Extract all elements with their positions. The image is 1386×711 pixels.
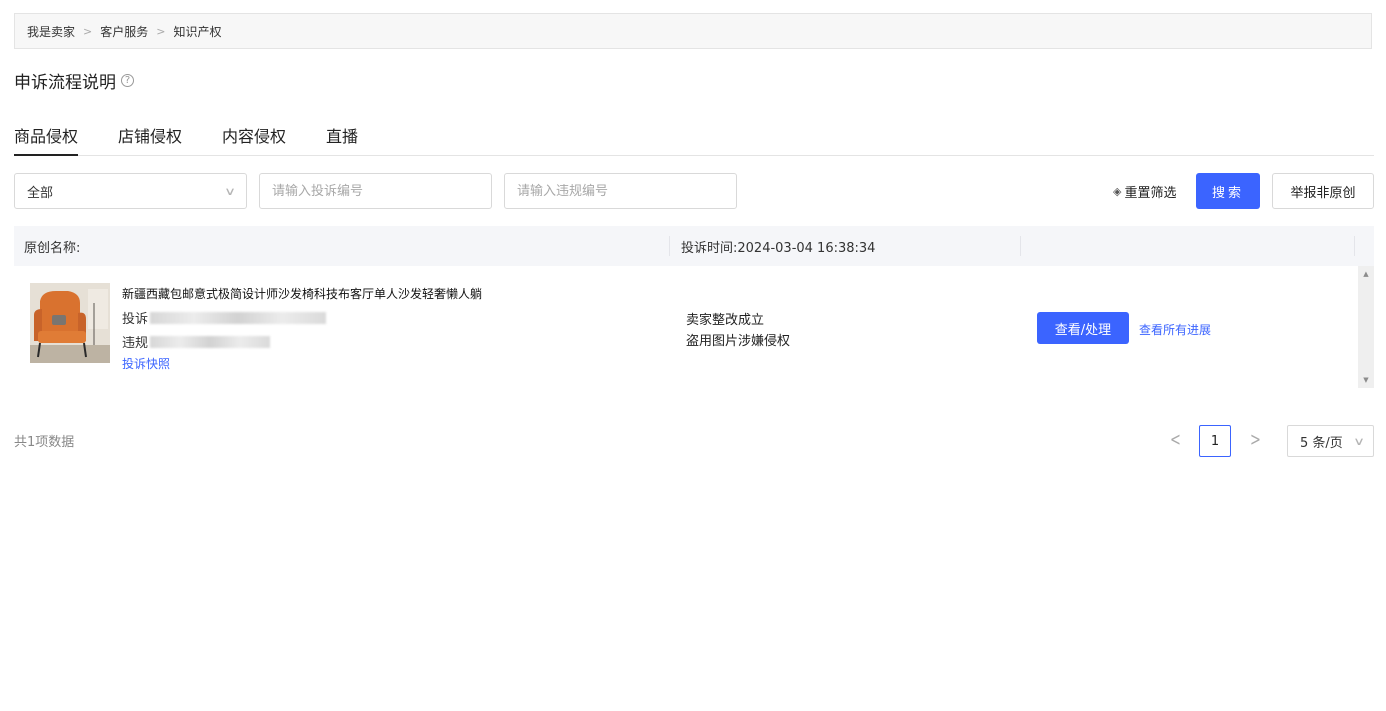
reset-filters-label: 重置筛选 [1124, 185, 1177, 201]
scroll-up-arrow-icon[interactable]: ▲ [1358, 270, 1374, 278]
complaint-number-input[interactable] [259, 173, 492, 209]
filter-bar: 全部 ∨ ◈ 重置筛选 搜索 举报非原创 [14, 173, 1374, 209]
breadcrumb: 我是卖家 > 客户服务 > 知识产权 [14, 13, 1372, 49]
status-select[interactable]: 全部 ∨ [14, 173, 247, 209]
product-thumbnail[interactable] [30, 283, 110, 363]
complaint-snapshot-link[interactable]: 投诉快照 [122, 355, 170, 372]
report-non-original-button[interactable]: 举报非原创 [1272, 173, 1374, 209]
tab-bar: 商品侵权 店铺侵权 内容侵权 直播 [14, 110, 1374, 156]
violation-number-input[interactable] [504, 173, 737, 209]
column-divider [1020, 236, 1021, 256]
previous-page-icon[interactable]: < [1170, 430, 1181, 451]
breadcrumb-separator: > [83, 24, 93, 38]
tab-content-infringement[interactable]: 内容侵权 [222, 110, 286, 156]
chevron-down-icon: ∨ [223, 184, 237, 198]
question-circle-icon[interactable]: ? [121, 74, 134, 87]
table-scrollbar[interactable]: ▲ ▼ [1358, 266, 1374, 388]
status-text: 卖家整改成立 [686, 313, 765, 328]
complaint-number-line: 投诉 [122, 308, 327, 327]
page-number-current[interactable]: 1 [1199, 425, 1231, 457]
scroll-down-arrow-icon[interactable]: ▼ [1358, 376, 1374, 384]
breadcrumb-item-seller[interactable]: 我是卖家 [27, 23, 75, 40]
tab-store-infringement[interactable]: 店铺侵权 [118, 110, 182, 156]
next-page-icon[interactable]: > [1250, 430, 1261, 451]
total-count: 共1项数据 [14, 435, 75, 450]
page-size-value: 5 条/页 [1300, 435, 1343, 451]
column-divider [1354, 236, 1355, 256]
eraser-icon: ◈ [1113, 184, 1122, 198]
column-header-original-name: 原创名称: [24, 240, 81, 256]
armchair-image [30, 283, 110, 363]
status-select-value: 全部 [27, 185, 54, 201]
table-header: 原创名称: 投诉时间:2024-03-04 16:38:34 [14, 226, 1374, 266]
view-all-progress-link[interactable]: 查看所有进展 [1139, 321, 1211, 338]
column-divider [669, 236, 670, 256]
breadcrumb-separator: > [156, 24, 166, 38]
breadcrumb-item-customer-service[interactable]: 客户服务 [100, 23, 148, 40]
violation-number-label: 违规 [122, 336, 149, 351]
reason-text: 盗用图片涉嫌侵权 [686, 334, 791, 349]
tab-live[interactable]: 直播 [326, 110, 358, 156]
column-header-complaint-time: 投诉时间:2024-03-04 16:38:34 [681, 240, 876, 256]
chevron-down-icon: ∨ [1352, 434, 1366, 448]
reset-filters-button[interactable]: ◈ 重置筛选 [1113, 173, 1176, 209]
table-row: 新疆西藏包邮意式极简设计师沙发椅科技布客厅单人沙发轻奢懒人躺 投诉 违规 投诉快… [14, 266, 1360, 388]
complaint-number-label: 投诉 [122, 312, 149, 327]
page-title-row: 申诉流程说明 ? [14, 68, 134, 93]
breadcrumb-item-ip: 知识产权 [173, 24, 222, 39]
violation-number-line: 违规 [122, 332, 271, 351]
view-handle-button[interactable]: 查看/处理 [1037, 312, 1129, 344]
search-button[interactable]: 搜索 [1196, 173, 1260, 209]
page-title[interactable]: 申诉流程说明 [14, 68, 116, 93]
page-size-select[interactable]: 5 条/页 ∨ [1287, 425, 1374, 457]
redacted-violation-number [150, 335, 271, 348]
tab-product-infringement[interactable]: 商品侵权 [14, 110, 79, 156]
product-title[interactable]: 新疆西藏包邮意式极简设计师沙发椅科技布客厅单人沙发轻奢懒人躺 [122, 285, 482, 302]
redacted-complaint-number [150, 311, 327, 324]
